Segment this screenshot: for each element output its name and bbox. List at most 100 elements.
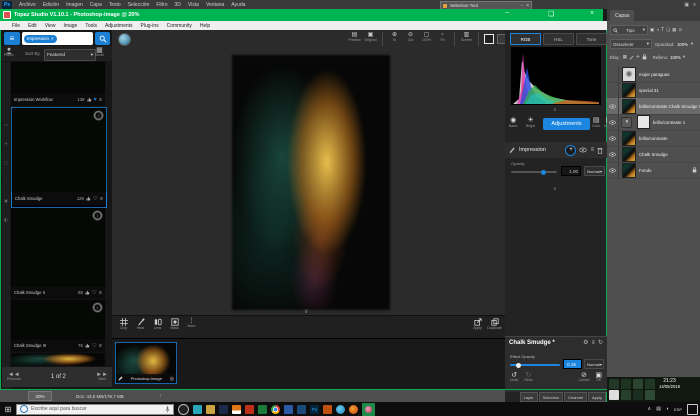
menu-file[interactable]: File [12, 23, 20, 29]
edit-pen-icon[interactable] [118, 376, 123, 381]
lock-all-icon[interactable] [642, 54, 647, 60]
tray-tile[interactable] [645, 379, 655, 389]
preset-card-partial[interactable] [11, 353, 105, 366]
photoshop-taskbar-icon[interactable]: Ps [310, 405, 319, 414]
filmstrip-thumbnail-selected[interactable]: Photoshop-image ◎ [115, 342, 177, 384]
info-icon[interactable]: i [94, 111, 103, 120]
menu-edit[interactable]: Edit [28, 23, 37, 29]
ok-button[interactable]: ▣OK [595, 372, 602, 383]
tab-selection[interactable]: Selection [539, 392, 563, 402]
layer-thumbnail[interactable] [622, 83, 636, 98]
collapse-panel-icon[interactable]: ▣ [684, 2, 689, 8]
redo-button[interactable]: ↻Redo [524, 372, 532, 383]
visibility-toggle[interactable] [607, 146, 619, 162]
menu-vista[interactable]: Vista [188, 2, 199, 8]
close-icon[interactable]: × [526, 3, 529, 9]
minimize-icon[interactable]: − [505, 10, 509, 17]
menu-seleccion[interactable]: Selección [128, 2, 150, 8]
visibility-toggle[interactable] [607, 66, 619, 82]
heart-outline-icon[interactable]: ♡ [93, 196, 98, 202]
menu-image[interactable]: Image [63, 23, 77, 29]
tray-tile[interactable] [609, 379, 619, 389]
preset-card[interactable]: i Chalk Smudge II 88 ♡ ≡ [11, 208, 105, 299]
effect-opacity-value[interactable]: 0.15 [563, 359, 582, 369]
heart-outline-icon[interactable]: ♡ [92, 290, 97, 296]
preset-thumbnail[interactable] [11, 62, 105, 93]
menu-community[interactable]: Community [167, 23, 192, 29]
preset-thumbnail[interactable]: i [12, 108, 106, 192]
fill-value[interactable]: 100% [670, 55, 681, 60]
collapse-up-icon[interactable]: ∧ [553, 107, 557, 113]
color-button[interactable]: ▤Color [592, 117, 600, 129]
menu-icon[interactable]: ≡ [99, 290, 102, 296]
slider-knob[interactable] [541, 170, 546, 175]
tab-apply[interactable]: Apply [588, 392, 606, 402]
preset-card[interactable]: i Chalk Smudge III 76 ♡ ≡ [11, 300, 105, 352]
zoom-in-button[interactable]: ⊕In [388, 32, 401, 43]
info-icon[interactable]: i [93, 211, 102, 220]
menu-imagen[interactable]: Imagen [66, 2, 83, 8]
public-button[interactable]: Public [4, 47, 14, 58]
menu-filtro[interactable]: Filtro [156, 2, 167, 8]
menu-view[interactable]: View [45, 23, 56, 29]
panel-menu-icon[interactable]: ≡ [693, 2, 696, 8]
visibility-toggle[interactable] [607, 114, 619, 130]
preset-card-selected[interactable]: i Chalk Smudge 129 ♡ ≡ [11, 107, 107, 208]
visibility-toggle[interactable] [607, 130, 619, 146]
search-button[interactable] [95, 32, 110, 45]
visual-studio-icon[interactable] [297, 405, 306, 414]
language-indicator[interactable]: ESP [674, 407, 682, 412]
preset-thumbnail[interactable]: i [11, 208, 105, 286]
opacity-value[interactable]: 1.00 [561, 166, 581, 176]
next-page-button[interactable]: ►► Next [96, 372, 108, 382]
blend-mode-dropdown[interactable]: Oscurecer▾ [610, 39, 652, 49]
bright-button[interactable]: ☀Bright [526, 117, 535, 129]
menu-icon[interactable]: ≡ [590, 147, 594, 153]
layer-row[interactable]: brillo/contraste [607, 130, 700, 147]
hamburger-menu-button[interactable]: ≡ [4, 32, 20, 45]
search-input[interactable]: Impression × [22, 32, 93, 45]
histogram-tab-hsl[interactable]: HSL [543, 33, 574, 45]
fit-button[interactable]: ▫Fit [436, 32, 449, 43]
add-adjustment-icon[interactable]: + [565, 145, 576, 156]
menu-icon[interactable]: ≡ [100, 196, 103, 202]
lock-move-icon[interactable]: ✛ [636, 55, 640, 60]
crop-button[interactable]: Crop [117, 318, 130, 331]
menu-icon[interactable]: ≡ [99, 343, 102, 349]
menu-edicion[interactable]: Edición [43, 2, 59, 8]
photos-icon[interactable] [219, 405, 228, 414]
filter-adjustment-icon[interactable]: ◑ [656, 28, 659, 33]
layer-row-background[interactable]: Fondo [607, 162, 700, 179]
zoom-100-button[interactable]: ▢100% [420, 32, 433, 43]
microphone-icon[interactable] [165, 406, 170, 413]
layer-row-selected[interactable]: brillo/contraste Chalk Smudge II [607, 98, 700, 115]
filter-type-icon[interactable]: T [661, 28, 664, 33]
menu-ventana[interactable]: Ventana [206, 2, 224, 8]
histogram[interactable] [511, 47, 601, 105]
slider-knob[interactable] [516, 363, 521, 368]
menu-help[interactable]: Help [200, 23, 210, 29]
layer-row[interactable]: Chalk Smudge [607, 146, 700, 163]
menu-archivo[interactable]: Archivo [19, 2, 36, 8]
original-button[interactable]: ▣Original [364, 32, 377, 43]
zoom-level-field[interactable]: 20% [28, 391, 52, 401]
taskbar-clock[interactable]: 21:23 14/05/2018 [659, 378, 680, 389]
tab-channel[interactable]: Channel [564, 392, 587, 402]
layer-mask-thumbnail[interactable] [637, 115, 650, 129]
status-arrow-icon[interactable]: › [160, 393, 162, 399]
heal-button[interactable]: Heal [134, 318, 147, 331]
visibility-toggle[interactable] [607, 162, 619, 178]
remove-tag-icon[interactable]: × [51, 36, 54, 41]
gear-icon[interactable]: ⚙ [583, 340, 588, 346]
menu-tools[interactable]: Tools [85, 23, 97, 29]
search-tag[interactable]: Impression × [24, 35, 57, 43]
excel-icon[interactable] [258, 405, 267, 414]
lens-button[interactable]: Lens [151, 318, 164, 331]
tray-tile[interactable] [609, 390, 619, 400]
app-icon-red[interactable] [245, 405, 254, 414]
layer-row[interactable]: special 31 [607, 82, 700, 99]
undo-button[interactable]: ↺Undo [510, 372, 518, 383]
menu-capa[interactable]: Capa [90, 2, 102, 8]
start-button[interactable]: ⊞ [0, 405, 16, 414]
restore-icon[interactable]: ❑ [548, 10, 554, 18]
